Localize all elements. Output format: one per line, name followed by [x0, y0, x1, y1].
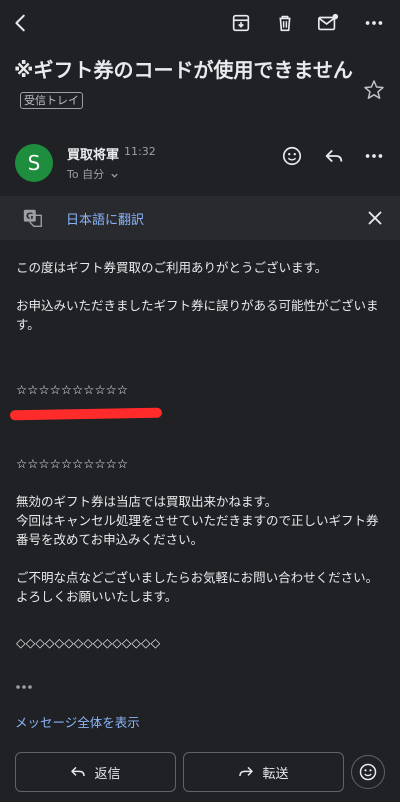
- body-line: 無効のギフト券は当店では買取出来かねます。: [16, 494, 278, 509]
- close-icon[interactable]: [364, 207, 386, 229]
- inbox-label-chip[interactable]: 受信トレイ: [20, 92, 83, 109]
- reply-label: 返信: [94, 766, 121, 782]
- body-line: この度はギフト券買取のご利用ありがとうございます。: [16, 260, 328, 275]
- body-line: ◇◇◇◇◇◇◇◇◇◇◇◇◇◇◇: [16, 635, 161, 650]
- trimmed-content-icon[interactable]: [15, 682, 35, 692]
- translate-link[interactable]: 日本語に翻訳: [66, 209, 144, 228]
- body-line: ☆☆☆☆☆☆☆☆☆☆: [16, 456, 129, 471]
- forward-button[interactable]: 転送: [183, 752, 344, 792]
- reply-icon[interactable]: [320, 142, 348, 170]
- smiley-icon: [358, 762, 378, 782]
- chevron-down-icon: [110, 171, 119, 180]
- recipient-details[interactable]: To 自分: [67, 166, 119, 182]
- show-full-message-link[interactable]: メッセージ全体を表示: [15, 712, 140, 731]
- body-line: ご不明な点などございましたらお気軽にお問い合わせください。: [16, 570, 379, 585]
- email-subject: ※ギフト券のコードが使用できません受信トレイ: [14, 56, 354, 114]
- emoji-reaction-button[interactable]: [351, 755, 385, 789]
- body-line: よろしくお願いいたします。: [16, 589, 178, 604]
- translate-icon: G: [22, 207, 44, 229]
- sender-name: 買取将軍: [67, 148, 120, 163]
- body-line: ☆☆☆☆☆☆☆☆☆☆: [16, 382, 129, 397]
- forward-arrow-icon: [238, 765, 254, 779]
- subject-text: ※ギフト券のコードが使用できません: [14, 58, 353, 82]
- recipient-text: To 自分: [67, 168, 105, 181]
- forward-label: 転送: [262, 766, 289, 782]
- emoji-react-icon[interactable]: [278, 142, 306, 170]
- reply-arrow-icon: [70, 765, 86, 779]
- reply-button[interactable]: 返信: [15, 752, 176, 792]
- star-icon[interactable]: [362, 78, 386, 102]
- message-more-icon[interactable]: [360, 142, 388, 170]
- archive-icon[interactable]: [226, 8, 256, 38]
- more-horiz-icon[interactable]: [359, 8, 389, 38]
- arrow-back-icon[interactable]: [6, 8, 36, 38]
- body-line: 今回はキャンセル処理をさせていただきますので正しいギフト券番号を改めてお申込みく…: [16, 513, 379, 547]
- trash-icon[interactable]: [270, 8, 300, 38]
- translate-bar: G 日本語に翻訳: [0, 196, 400, 240]
- email-body: この度はギフト券買取のご利用ありがとうございます。 お申込みいただきましたギフト…: [16, 258, 386, 652]
- email-time: 11:32: [124, 145, 156, 158]
- avatar[interactable]: S: [15, 144, 53, 182]
- top-toolbar: [0, 0, 400, 46]
- mail-unread-icon[interactable]: [313, 8, 343, 38]
- body-line: お申込みいただきましたギフト券に誤りがある可能性がございます。: [16, 298, 379, 332]
